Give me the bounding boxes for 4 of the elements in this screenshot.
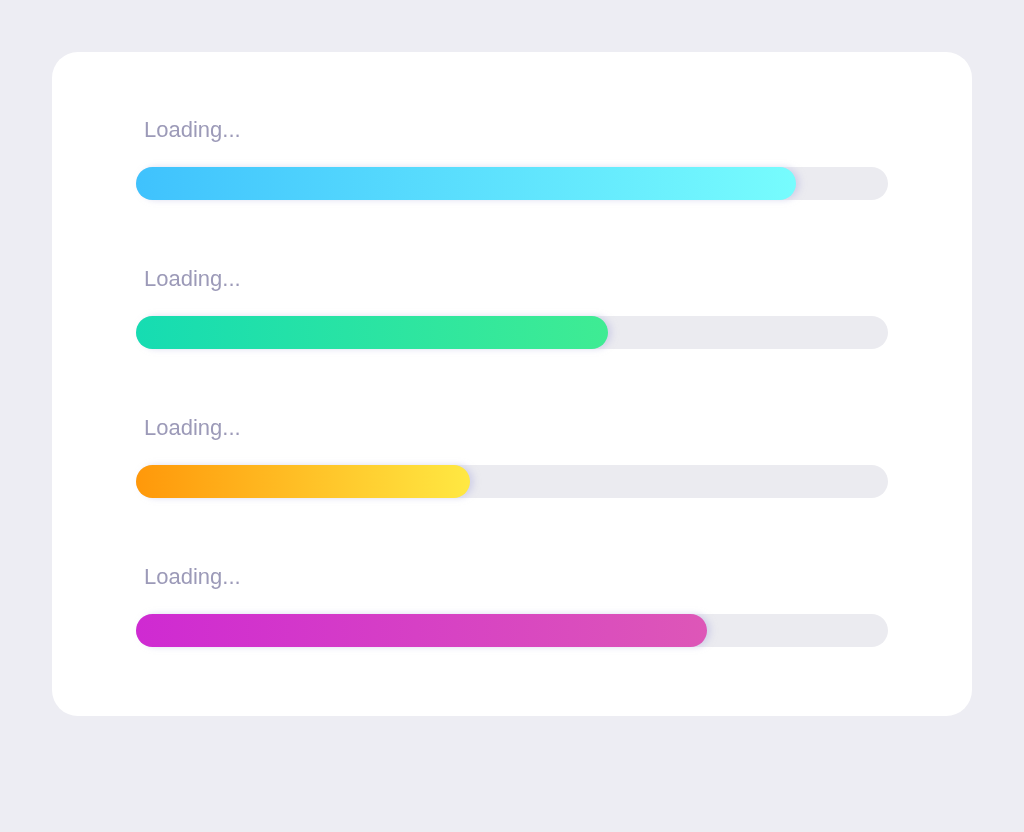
loading-label: Loading... xyxy=(144,415,241,441)
loading-label: Loading... xyxy=(144,117,241,143)
loading-label: Loading... xyxy=(144,564,241,590)
loading-label: Loading... xyxy=(144,266,241,292)
